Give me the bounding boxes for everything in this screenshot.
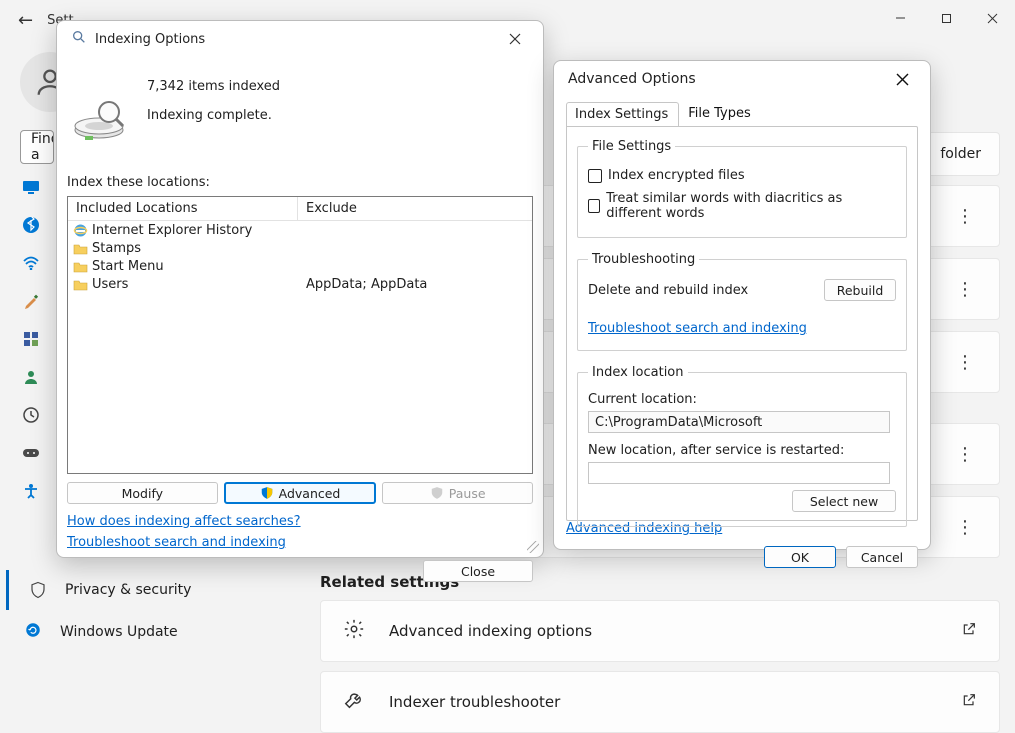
more-icon: ⋮ [956,206,975,227]
diacritics-label: Treat similar words with diacritics as d… [606,191,896,221]
ie-icon [72,222,88,238]
back-icon[interactable]: ← [18,10,33,31]
window-controls [877,0,1015,36]
encrypted-label: Index encrypted files [608,168,745,183]
advanced-button[interactable]: Advanced [224,482,377,504]
rebuild-button[interactable]: Rebuild [824,279,896,301]
pause-button: Pause [382,482,533,504]
update-icon [24,621,42,643]
apps-icon[interactable] [22,330,40,348]
index-location-legend: Index location [588,365,688,380]
troubleshooting-legend: Troubleshooting [588,252,699,267]
system-icon[interactable] [22,178,40,196]
folder-icon [72,258,88,274]
sidebar-update-label: Windows Update [60,624,178,640]
related-card-advanced-indexing[interactable]: Advanced indexing options [320,600,1000,662]
troubleshoot-link[interactable]: Troubleshoot search and indexing [588,321,807,336]
col-included-locations[interactable]: Included Locations [68,197,298,220]
network-icon[interactable] [22,254,40,272]
wrench-icon [343,689,365,715]
related-label: Indexer troubleshooter [389,693,560,711]
delete-rebuild-label: Delete and rebuild index [588,283,748,298]
disk-search-icon [71,91,127,147]
more-icon: ⋮ [956,444,975,465]
more-icon: ⋮ [956,517,975,538]
indexing-title: Indexing Options [95,32,205,47]
locations-table: Included Locations Exclude Internet Expl… [67,196,533,474]
accounts-icon[interactable] [22,368,40,386]
personalization-icon[interactable] [22,292,40,310]
file-settings-legend: File Settings [588,139,675,154]
location-name: Start Menu [92,259,164,274]
related-card-indexer-troubleshooter[interactable]: Indexer troubleshooter [320,671,1000,733]
close-icon[interactable] [888,65,916,93]
table-row[interactable]: Internet Explorer History [68,221,532,239]
close-button[interactable]: Close [423,560,533,582]
modify-button[interactable]: Modify [67,482,218,504]
encrypted-checkbox[interactable] [588,169,602,183]
indexing-titlebar: Indexing Options [57,21,543,57]
search-text: Find a [31,131,54,163]
related-label: Advanced indexing options [389,622,592,640]
diacritics-checkbox[interactable] [588,199,600,213]
items-indexed-text: 7,342 items indexed [147,79,280,94]
col-exclude[interactable]: Exclude [298,197,532,220]
advanced-options-dialog: Advanced Options Index Settings File Typ… [553,60,931,550]
resize-grip[interactable] [527,541,539,553]
gaming-icon[interactable] [22,444,40,462]
gear-icon [343,618,365,644]
table-row[interactable]: Start Menu [68,257,532,275]
cancel-button[interactable]: Cancel [846,546,918,568]
new-location-field[interactable] [588,462,890,484]
index-location-group: Index location Current location: C:\Prog… [577,365,907,527]
search-input[interactable]: Find a [20,130,54,164]
shield-uac-icon [430,486,444,500]
tab-file-types[interactable]: File Types [679,101,762,126]
more-icon: ⋮ [956,352,975,373]
accessibility-icon[interactable] [22,482,40,500]
new-location-label: New location, after service is restarted… [588,443,896,458]
find-folder-button[interactable]: folder [921,132,1000,176]
close-icon[interactable] [501,25,529,53]
current-location-label: Current location: [588,392,896,407]
advanced-titlebar: Advanced Options [554,61,930,97]
tab-panel: File Settings Index encrypted files Trea… [566,126,918,521]
troubleshooting-group: Troubleshooting Delete and rebuild index… [577,252,907,351]
tab-strip: Index Settings File Types [566,101,918,126]
sidebar-item-update[interactable]: Windows Update [6,612,294,652]
advanced-title: Advanced Options [568,71,696,87]
file-settings-group: File Settings Index encrypted files Trea… [577,139,907,238]
minimize-button[interactable] [877,0,923,36]
location-name: Stamps [92,241,141,256]
folder-icon [72,276,88,292]
shield-uac-icon [260,486,274,500]
current-location-field: C:\ProgramData\Microsoft [588,411,890,433]
tab-index-settings[interactable]: Index Settings [566,102,679,127]
indexing-options-dialog: Indexing Options 7,342 items indexed Ind… [56,20,544,558]
folder-icon [72,240,88,256]
maximize-button[interactable] [923,0,969,36]
table-row[interactable]: Stamps [68,239,532,257]
search-glass-icon [71,29,87,49]
indexing-help-link[interactable]: How does indexing affect searches? [67,514,301,529]
exclude-value: AppData; AppData [298,277,427,292]
location-name: Users [92,277,128,292]
external-link-icon [961,692,977,712]
bluetooth-icon[interactable] [22,216,40,234]
troubleshoot-link[interactable]: Troubleshoot search and indexing [67,535,286,550]
select-new-button[interactable]: Select new [792,490,896,512]
ok-button[interactable]: OK [764,546,836,568]
shield-icon [29,581,47,599]
time-language-icon[interactable] [22,406,40,424]
indexing-status-text: Indexing complete. [147,108,280,123]
index-locations-label: Index these locations: [67,175,533,190]
table-row[interactable]: Users AppData; AppData [68,275,532,293]
external-link-icon [961,621,977,641]
more-icon: ⋮ [956,279,975,300]
location-name: Internet Explorer History [92,223,252,238]
close-button[interactable] [969,0,1015,36]
